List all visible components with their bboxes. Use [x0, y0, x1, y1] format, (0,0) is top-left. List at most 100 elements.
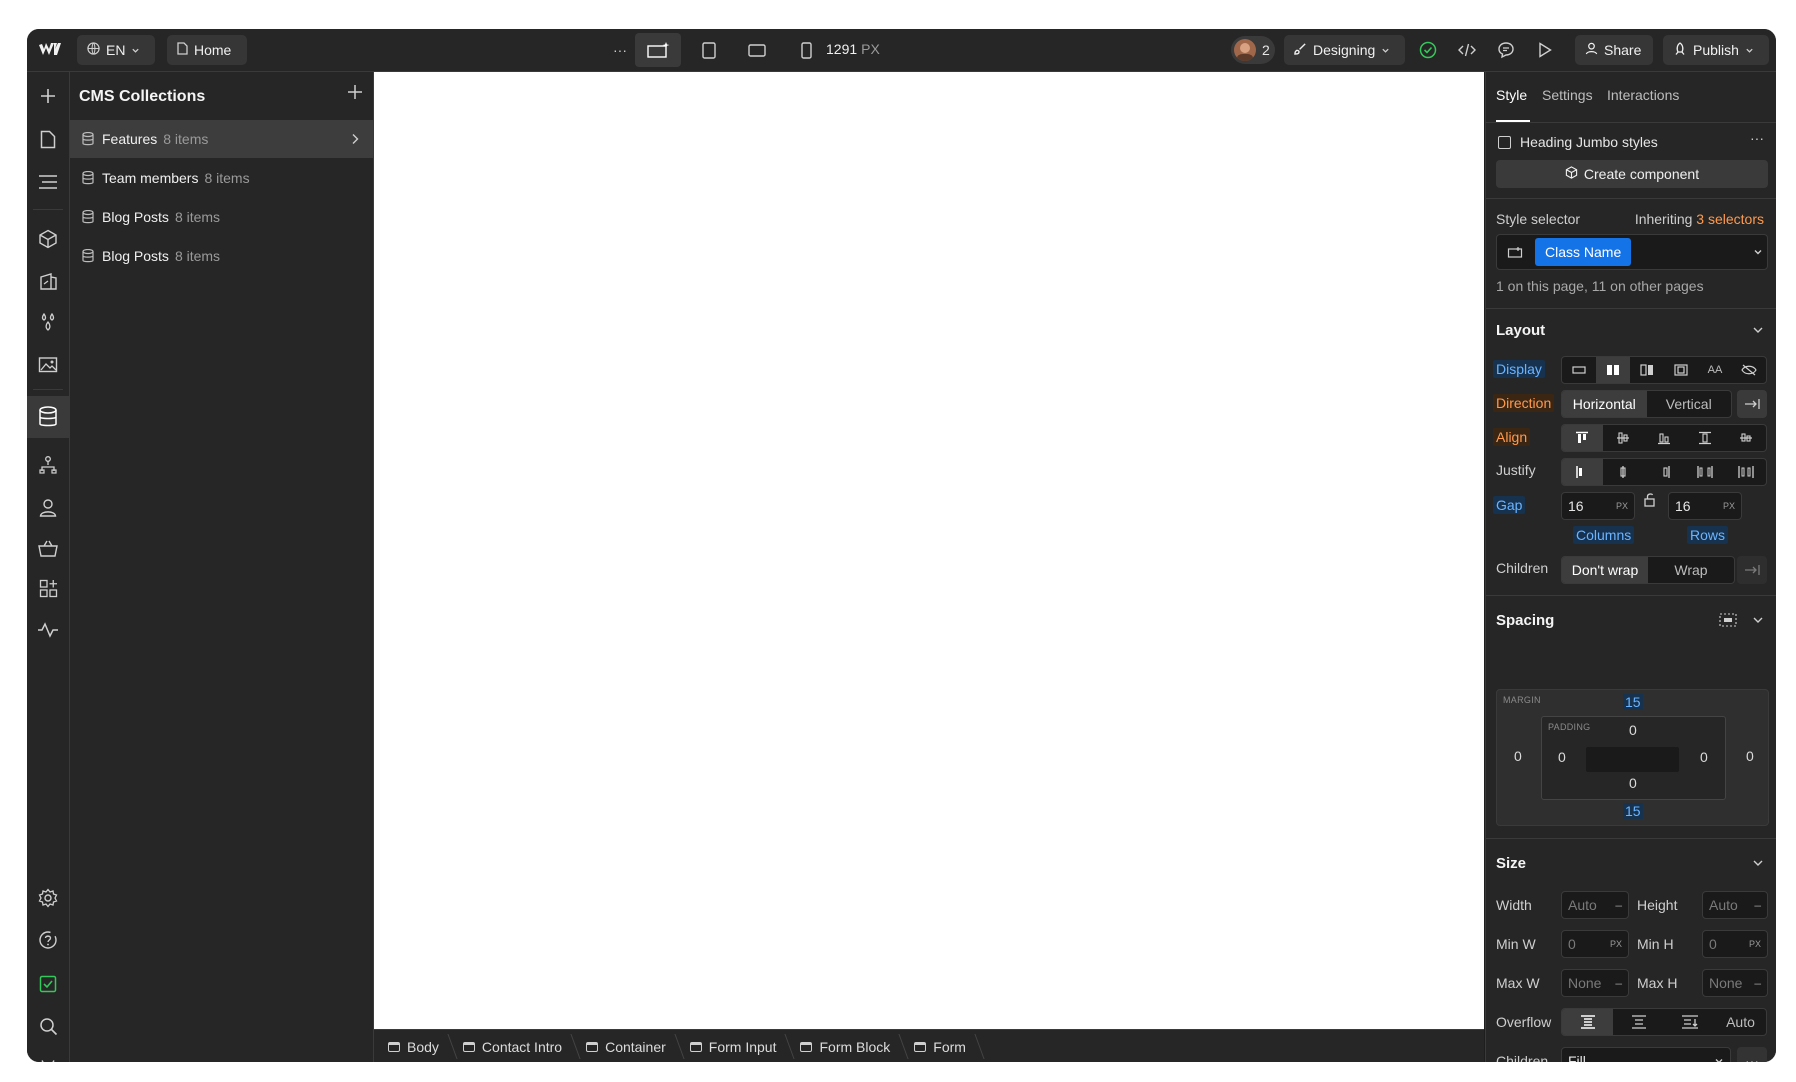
display-inline-text-icon[interactable]: AA [1698, 357, 1732, 383]
collection-item[interactable]: Blog Posts 8 items [70, 198, 373, 236]
video-tutorials-icon[interactable] [27, 1049, 69, 1062]
justify-start-icon[interactable] [1562, 459, 1603, 485]
reverse-direction-icon[interactable] [1737, 390, 1767, 418]
align-start-icon[interactable] [1562, 425, 1603, 451]
libraries-icon[interactable] [27, 262, 69, 300]
components-icon[interactable] [27, 220, 69, 258]
wrap-option[interactable]: Wrap [1648, 557, 1734, 583]
chevron-down-icon[interactable] [1752, 614, 1764, 626]
chevron-down-icon[interactable] [1752, 324, 1764, 336]
publish-button[interactable]: Publish [1663, 35, 1769, 65]
variables-icon[interactable] [27, 303, 69, 341]
margin-left-value[interactable]: 0 [1514, 748, 1522, 764]
height-input[interactable]: Auto – [1702, 891, 1768, 919]
overflow-hidden-icon[interactable] [1613, 1009, 1664, 1035]
max-height-input[interactable]: None – [1702, 969, 1768, 997]
gap-columns-input[interactable]: 16 PX [1561, 492, 1635, 520]
align-center-icon[interactable] [1603, 425, 1644, 451]
collection-item[interactable]: Features 8 items [70, 120, 373, 158]
breadcrumb-item[interactable]: Form Input [676, 1030, 787, 1062]
chevron-down-icon[interactable] [1753, 247, 1763, 257]
reverse-wrap-icon[interactable] [1737, 556, 1767, 584]
overflow-auto-option[interactable]: Auto [1715, 1009, 1766, 1035]
breadcrumb-item[interactable]: Body [374, 1030, 449, 1062]
spacing-preset-icon[interactable] [1719, 613, 1737, 630]
dont-wrap-option[interactable]: Don't wrap [1562, 557, 1648, 583]
align-baseline-icon[interactable] [1725, 425, 1766, 451]
more-options-icon[interactable]: ··· [1750, 130, 1764, 146]
create-component-button[interactable]: Create component [1496, 160, 1768, 188]
mobile-landscape-icon[interactable] [740, 33, 774, 67]
max-height-label[interactable]: Max H [1637, 975, 1677, 991]
tab-settings[interactable]: Settings [1542, 87, 1593, 103]
margin-top-value[interactable]: 15 [1623, 694, 1643, 710]
desktop-breakpoint-icon[interactable] [635, 33, 681, 67]
mobile-portrait-icon[interactable] [789, 33, 823, 67]
page-selector[interactable]: Home [167, 35, 247, 65]
comments-icon[interactable] [1489, 33, 1523, 67]
preview-play-icon[interactable] [1528, 33, 1562, 67]
width-input[interactable]: Auto – [1561, 891, 1629, 919]
more-options-button[interactable]: ··· [603, 33, 637, 67]
language-selector[interactable]: EN [77, 35, 155, 65]
max-width-label[interactable]: Max W [1496, 975, 1540, 991]
children-fill-select[interactable]: Fill [1561, 1047, 1731, 1062]
chevron-down-icon[interactable] [1752, 857, 1764, 869]
assets-icon[interactable] [27, 344, 69, 382]
padding-right-value[interactable]: 0 [1700, 749, 1708, 765]
add-collection-icon[interactable] [347, 84, 363, 105]
inheriting-info[interactable]: Inheriting 3 selectors [1635, 211, 1764, 227]
display-inline-block-icon[interactable] [1664, 357, 1698, 383]
min-height-input[interactable]: 0 PX [1702, 930, 1768, 958]
padding-bottom-value[interactable]: 0 [1629, 775, 1637, 791]
collection-item[interactable]: Team members 8 items [70, 159, 373, 197]
add-elements-icon[interactable] [27, 77, 69, 115]
direction-vertical-option[interactable]: Vertical [1647, 391, 1732, 417]
breadcrumb-item[interactable]: Contact Intro [449, 1030, 572, 1062]
align-stretch-icon[interactable] [1684, 425, 1725, 451]
cms-icon[interactable] [27, 396, 69, 438]
align-end-icon[interactable] [1644, 425, 1685, 451]
search-icon[interactable] [27, 1007, 69, 1045]
spacing-section-title[interactable]: Spacing [1496, 612, 1554, 629]
justify-center-icon[interactable] [1603, 459, 1644, 485]
min-width-label[interactable]: Min W [1496, 936, 1536, 952]
collection-item[interactable]: Blog Posts 8 items [70, 237, 373, 275]
pages-icon[interactable] [27, 120, 69, 158]
overflow-scroll-icon[interactable] [1664, 1009, 1715, 1035]
gap-label[interactable]: Gap [1493, 496, 1526, 514]
children-wrap-label[interactable]: Children [1496, 560, 1548, 576]
size-section-title[interactable]: Size [1496, 855, 1526, 872]
share-button[interactable]: Share [1575, 35, 1653, 65]
layout-section-title[interactable]: Layout [1496, 322, 1545, 339]
tasks-checklist-icon[interactable] [27, 965, 69, 1003]
breadcrumb-item[interactable]: Form Block [786, 1030, 900, 1062]
analytics-icon[interactable] [27, 611, 69, 649]
align-label[interactable]: Align [1493, 428, 1531, 446]
publish-status-check-icon[interactable] [1411, 33, 1445, 67]
gap-rows-input[interactable]: 16 PX [1668, 492, 1742, 520]
margin-right-value[interactable]: 0 [1746, 748, 1754, 764]
tab-interactions[interactable]: Interactions [1607, 87, 1679, 103]
ecommerce-basket-icon[interactable] [27, 529, 69, 567]
apps-icon[interactable] [27, 569, 69, 607]
class-name-chip[interactable]: Class Name [1535, 238, 1632, 266]
overflow-label[interactable]: Overflow [1496, 1014, 1551, 1030]
children-fill-label[interactable]: Children [1496, 1053, 1548, 1062]
tab-style[interactable]: Style [1496, 87, 1527, 103]
help-icon[interactable] [27, 921, 69, 959]
padding-top-value[interactable]: 0 [1629, 722, 1637, 738]
display-grid-icon[interactable] [1630, 357, 1664, 383]
tablet-breakpoint-icon[interactable] [692, 33, 726, 67]
display-flex-icon[interactable] [1596, 357, 1630, 383]
webflow-logo-icon[interactable] [37, 38, 63, 62]
navigator-icon[interactable] [27, 163, 69, 201]
direction-label[interactable]: Direction [1493, 394, 1555, 412]
justify-space-around-icon[interactable] [1725, 459, 1766, 485]
min-height-label[interactable]: Min H [1637, 936, 1674, 952]
width-label[interactable]: Width [1496, 897, 1532, 913]
max-width-input[interactable]: None – [1561, 969, 1629, 997]
breadcrumb-item[interactable]: Form [900, 1030, 976, 1062]
collaborators[interactable]: 2 [1231, 36, 1275, 64]
breadcrumb-item[interactable]: Container [572, 1030, 676, 1062]
